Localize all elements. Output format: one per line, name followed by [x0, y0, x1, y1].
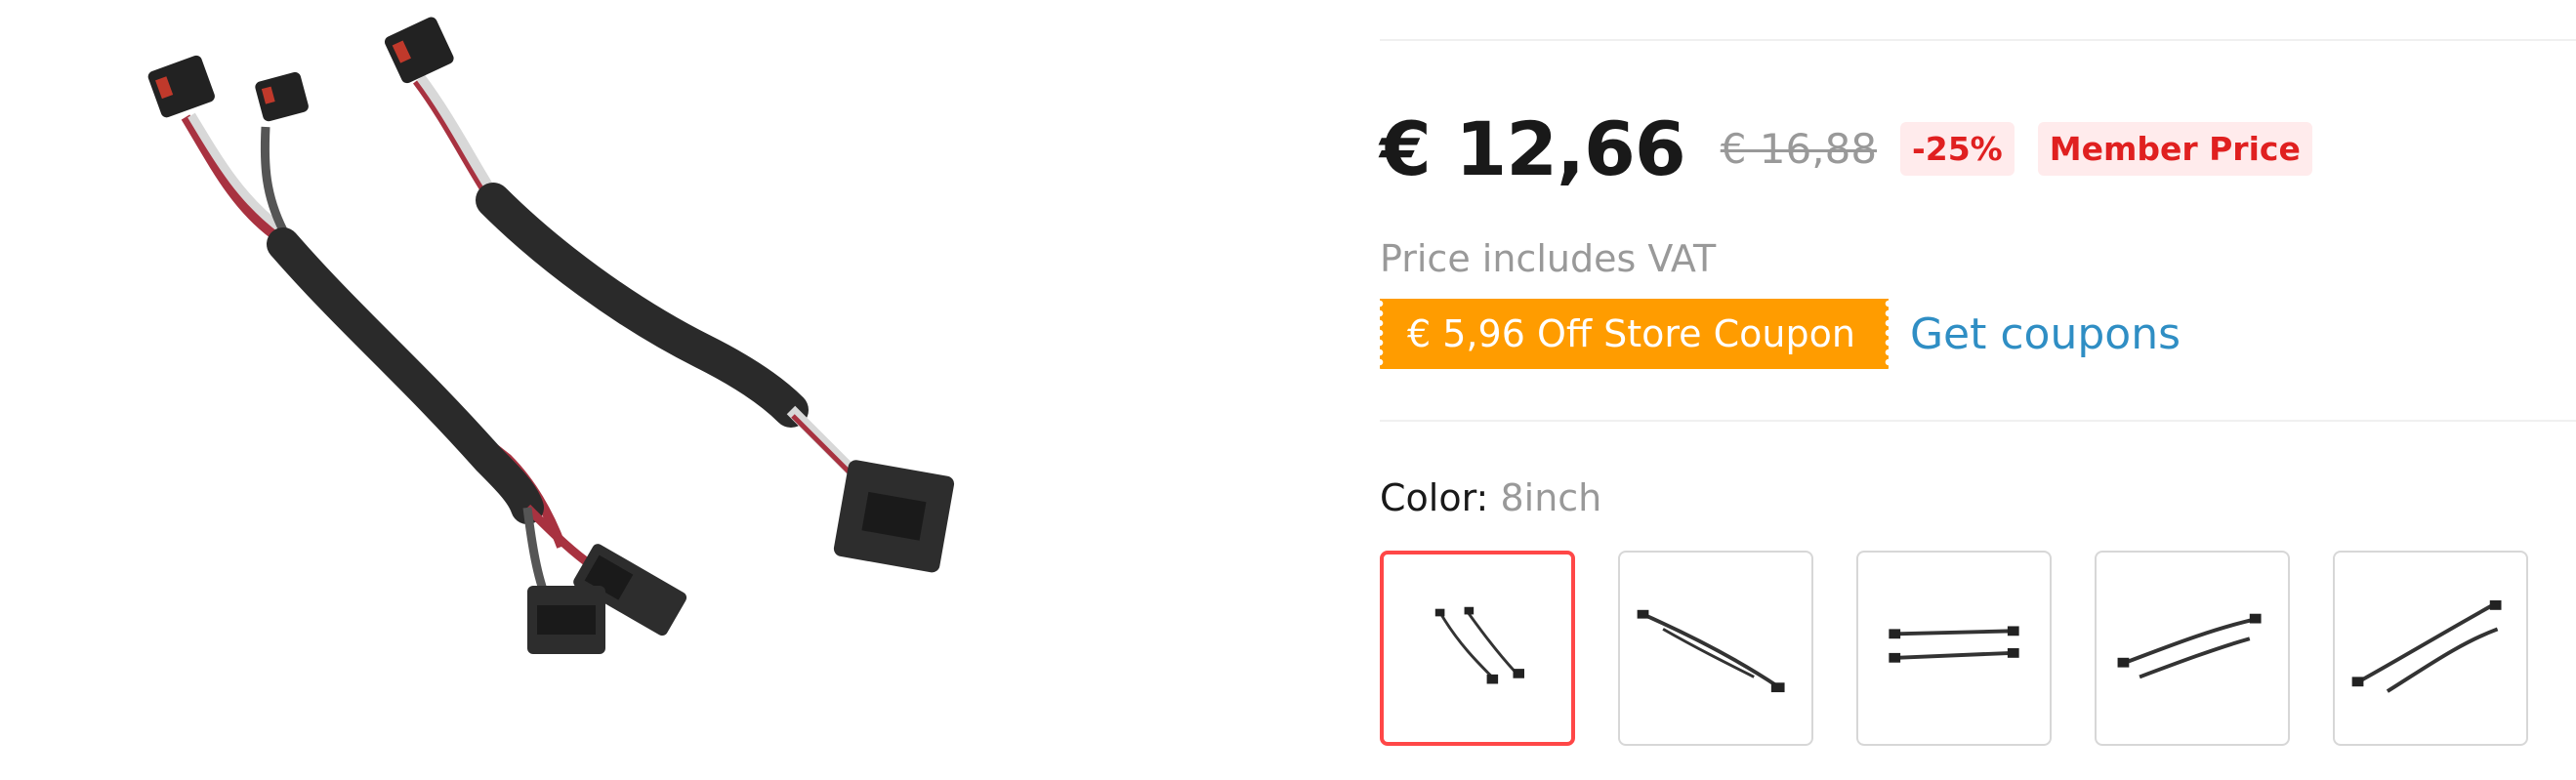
color-swatch-4[interactable]	[2095, 551, 2290, 746]
cable-harness-image	[147, 17, 955, 654]
right-cable	[384, 17, 955, 573]
original-price: € 16,88	[1720, 125, 1878, 173]
coupon-row: € 5,96 Off Store Coupon Get coupons	[1376, 297, 2181, 371]
swatch-image-5	[2351, 600, 2502, 693]
swatch-image-1	[1434, 606, 1524, 684]
color-swatch-5[interactable]	[2333, 551, 2528, 746]
selected-color-value: 8inch	[1500, 476, 1602, 519]
current-price: € 12,66	[1380, 105, 1686, 192]
left-cable	[147, 55, 687, 654]
color-swatch-2[interactable]	[1618, 551, 1813, 746]
color-swatch-1[interactable]	[1380, 551, 1575, 746]
swatch-image-2	[1637, 609, 1785, 693]
color-swatches	[1380, 551, 2571, 746]
member-price-badge: Member Price	[2037, 122, 2312, 176]
color-label: Color: 8inch	[1380, 476, 1601, 519]
product-image	[0, 0, 1299, 780]
swatch-image-4	[2117, 613, 2262, 679]
color-swatch-3[interactable]	[1856, 551, 2052, 746]
section-divider	[1380, 420, 2576, 422]
price-row: € 12,66 € 16,88 -25% Member Price	[1380, 103, 2312, 195]
product-info-panel: € 12,66 € 16,88 -25% Member Price Price …	[1376, 0, 2576, 780]
discount-badge: -25%	[1900, 122, 2015, 176]
top-divider	[1380, 39, 2576, 41]
get-coupons-link[interactable]: Get coupons	[1910, 309, 2181, 359]
color-label-text: Color:	[1380, 476, 1489, 519]
swatch-image-3	[1889, 626, 2019, 663]
store-coupon-badge: € 5,96 Off Store Coupon	[1376, 299, 1892, 369]
vat-note: Price includes VAT	[1380, 237, 1717, 280]
